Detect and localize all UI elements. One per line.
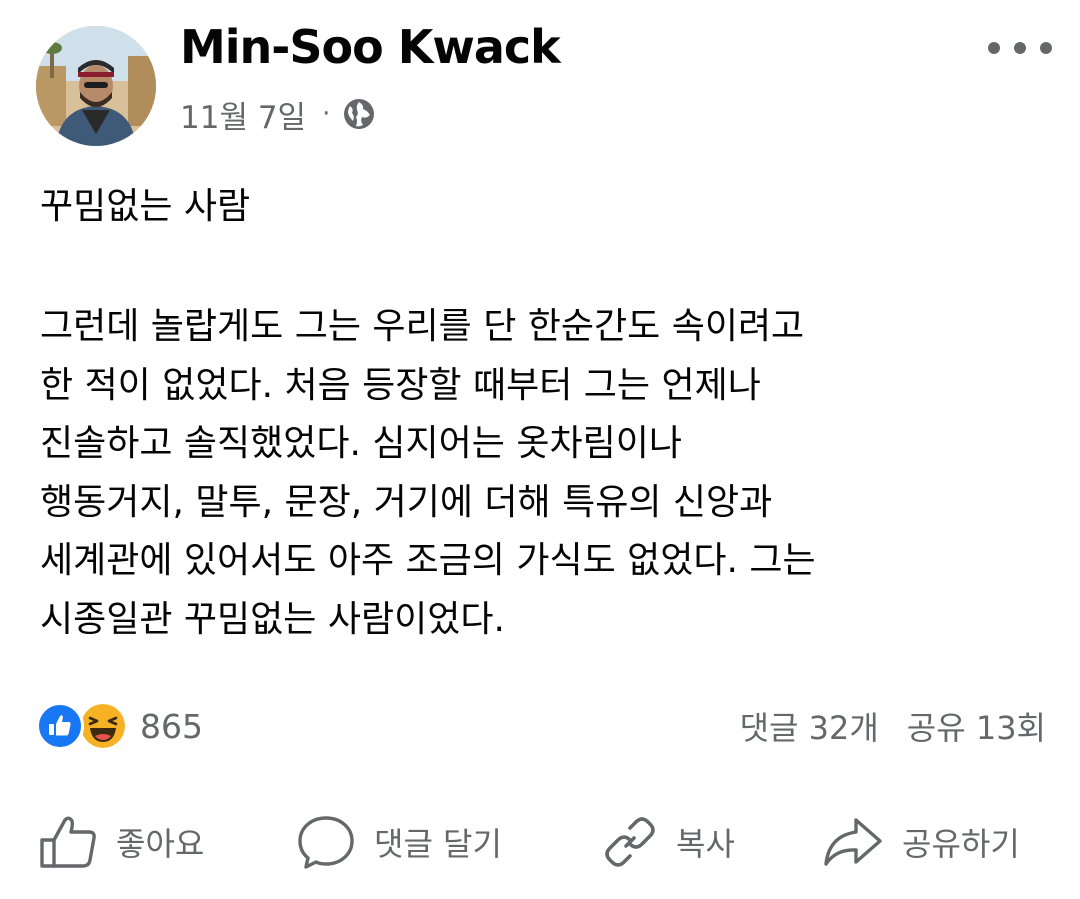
profile-photo-icon <box>36 26 156 146</box>
more-options-button[interactable] <box>988 28 1052 68</box>
post-stats: 865 댓글 32개 공유 13회 <box>36 696 1046 754</box>
post-body-line: 행동거지, 말투, 문장, 거기에 더해 특유의 신앙과 <box>40 481 773 523</box>
author-avatar[interactable] <box>36 26 156 146</box>
post-body-line: 시종일관 꾸밈없는 사람이었다. <box>40 598 505 640</box>
post-actions-bar: 좋아요 댓글 달기 복사 공유하기 <box>0 798 1080 886</box>
post-body-line: 세계관에 있어서도 아주 조금의 가식도 없었다. 그는 <box>40 540 816 582</box>
comment-label: 댓글 달기 <box>374 825 502 863</box>
comment-bubble-icon <box>298 816 354 869</box>
post-body-line: 진솔하고 솔직했었다. 심지어는 옷차림이나 <box>40 423 682 465</box>
post-body-line: 한 적이 없었다. 처음 등장할 때부터 그는 언제나 <box>40 364 761 406</box>
post-meta: 11월 7일 · <box>180 92 376 136</box>
engagement-counts: 댓글 32개 공유 13회 <box>740 700 1046 752</box>
more-horizontal-icon <box>1040 42 1052 54</box>
reactions-summary[interactable]: 865 <box>36 700 203 752</box>
reaction-count: 865 <box>140 706 203 746</box>
thumbs-up-icon <box>40 816 96 868</box>
post-title: 꾸밈없는 사람 <box>40 186 251 227</box>
copy-label: 복사 <box>676 825 735 863</box>
comment-button[interactable]: 댓글 달기 <box>296 798 502 886</box>
like-label: 좋아요 <box>116 825 205 863</box>
link-icon <box>605 817 655 867</box>
post-header: Min-Soo Kwack 11월 7일 · <box>0 0 1080 160</box>
more-horizontal-icon <box>1014 42 1026 54</box>
more-horizontal-icon <box>988 42 1000 54</box>
copy-link-button[interactable]: 복사 <box>602 798 735 886</box>
share-button[interactable]: 공유하기 <box>822 798 1020 886</box>
post-body: 그런데 놀랍게도 그는 우리를 단 한순간도 속이려고 한 적이 없었다. 처음… <box>40 298 1050 650</box>
meta-separator: · <box>322 99 331 129</box>
haha-reaction-icon <box>78 701 128 751</box>
post-body-line: 그런데 놀랍게도 그는 우리를 단 한순간도 속이려고 <box>40 306 805 347</box>
share-arrow-icon <box>824 818 882 866</box>
comment-count[interactable]: 댓글 32개 <box>740 703 879 749</box>
like-button[interactable]: 좋아요 <box>38 798 204 886</box>
globe-icon <box>344 99 375 129</box>
share-count[interactable]: 공유 13회 <box>907 703 1046 749</box>
author-name[interactable]: Min-Soo Kwack <box>180 20 561 74</box>
share-label: 공유하기 <box>902 825 1020 863</box>
post-date[interactable]: 11월 7일 <box>180 92 306 137</box>
like-reaction-icon <box>36 702 84 750</box>
